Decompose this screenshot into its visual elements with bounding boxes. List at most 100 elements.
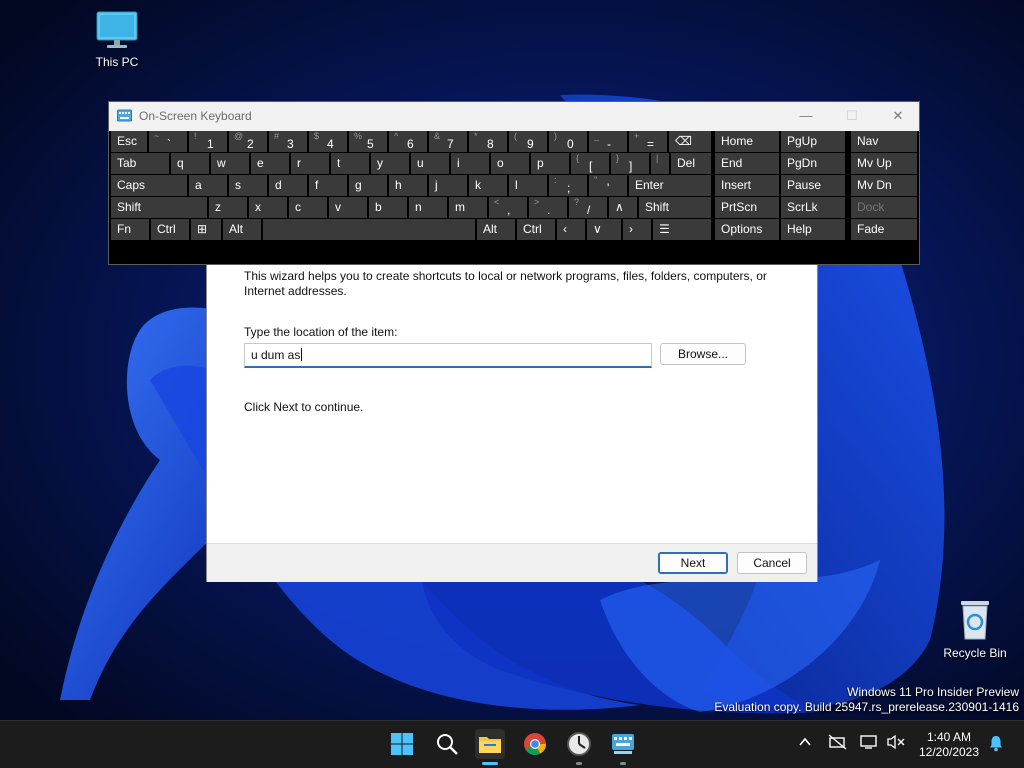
key-fn[interactable]: Fn (111, 219, 149, 240)
key-b[interactable]: b (369, 197, 407, 218)
key-backtick[interactable]: ~ ` (149, 131, 187, 152)
key-enter[interactable]: Enter (629, 175, 711, 196)
show-hidden-icons-button[interactable] (798, 735, 812, 752)
key-h[interactable]: h (389, 175, 427, 196)
key-nav[interactable]: Nav (851, 131, 917, 152)
key-delete[interactable]: Del (671, 153, 711, 174)
key-space[interactable] (263, 219, 475, 240)
key-move-up[interactable]: Mv Up (851, 153, 917, 174)
key-i[interactable]: i (451, 153, 489, 174)
key-3[interactable]: #3 (269, 131, 307, 152)
key-arrow-left[interactable]: ‹ (557, 219, 585, 240)
desktop-icon-this-pc[interactable]: This PC (77, 10, 157, 69)
key-ctrl-left[interactable]: Ctrl (151, 219, 189, 240)
close-button[interactable]: ✕ (875, 102, 921, 131)
key-minus[interactable]: _ - (589, 131, 627, 152)
browse-button[interactable]: Browse... (660, 343, 746, 365)
key-backslash[interactable]: |\ (651, 153, 669, 174)
key-o[interactable]: o (491, 153, 529, 174)
on-screen-keyboard-button[interactable] (608, 729, 638, 759)
key-t[interactable]: t (331, 153, 369, 174)
desktop-icon-recycle-bin[interactable]: Recycle Bin (935, 597, 1015, 660)
location-input[interactable]: u dum as (244, 343, 652, 368)
notifications-button[interactable] (988, 734, 1004, 755)
key-5[interactable]: % 5 (349, 131, 387, 152)
key-alt-left[interactable]: Alt (223, 219, 261, 240)
key-n[interactable]: n (409, 197, 447, 218)
key-p[interactable]: p (531, 153, 569, 174)
key-r[interactable]: r (291, 153, 329, 174)
cancel-button[interactable]: Cancel (737, 552, 807, 574)
key-slash[interactable]: ? / (569, 197, 607, 218)
key-c[interactable]: c (289, 197, 327, 218)
key-9[interactable]: (9 (509, 131, 547, 152)
key-g[interactable]: g (349, 175, 387, 196)
key-period[interactable]: >. (529, 197, 567, 218)
key-tab[interactable]: Tab (111, 153, 169, 174)
key-fade[interactable]: Fade (851, 219, 917, 240)
key-help[interactable]: Help (781, 219, 845, 240)
chrome-button[interactable] (520, 729, 550, 759)
key-caps-lock[interactable]: Caps (111, 175, 187, 196)
key-u[interactable]: u (411, 153, 449, 174)
key-2[interactable]: @2 (229, 131, 267, 152)
key-x[interactable]: x (249, 197, 287, 218)
key-y[interactable]: y (371, 153, 409, 174)
key-dock[interactable]: Dock (851, 197, 917, 218)
osk-titlebar[interactable]: On-Screen Keyboard — ☐ ✕ (109, 102, 919, 131)
key-home[interactable]: Home (715, 131, 779, 152)
key-a[interactable]: a (189, 175, 227, 196)
key-pause[interactable]: Pause (781, 175, 845, 196)
key-m[interactable]: m (449, 197, 487, 218)
key-4[interactable]: $4 (309, 131, 347, 152)
key-q[interactable]: q (171, 153, 209, 174)
file-explorer-button[interactable] (475, 729, 505, 759)
key-insert[interactable]: Insert (715, 175, 779, 196)
key-e[interactable]: e (251, 153, 289, 174)
key-comma[interactable]: <, (489, 197, 527, 218)
key-l[interactable]: l (509, 175, 547, 196)
taskbar-clock[interactable]: 1:40 AM 12/20/2023 (916, 730, 982, 760)
clock-app-button[interactable] (564, 729, 594, 759)
key-page-down[interactable]: PgDn (781, 153, 845, 174)
key-close-bracket[interactable]: }] (611, 153, 649, 174)
key-menu[interactable]: ☰ (653, 219, 711, 240)
key-backspace[interactable]: ⌫ (669, 131, 711, 152)
next-button[interactable]: Next (658, 552, 728, 574)
key-j[interactable]: j (429, 175, 467, 196)
key-end[interactable]: End (715, 153, 779, 174)
start-button[interactable] (387, 729, 417, 759)
key-f[interactable]: f (309, 175, 347, 196)
key-windows[interactable]: ⊞ (191, 219, 221, 240)
key-1[interactable]: ! 1 (189, 131, 227, 152)
tray-display-button[interactable] (860, 734, 880, 753)
maximize-button[interactable]: ☐ (829, 102, 875, 131)
key-move-down[interactable]: Mv Dn (851, 175, 917, 196)
key-page-up[interactable]: PgUp (781, 131, 845, 152)
key-7[interactable]: & 7 (429, 131, 467, 152)
key-options[interactable]: Options (715, 219, 779, 240)
key-k[interactable]: k (469, 175, 507, 196)
tray-volume-button[interactable] (886, 734, 906, 753)
key-ctrl-right[interactable]: Ctrl (517, 219, 555, 240)
key-alt-right[interactable]: Alt (477, 219, 515, 240)
key-equals[interactable]: + = (629, 131, 667, 152)
key-scroll-lock[interactable]: ScrLk (781, 197, 845, 218)
key-w[interactable]: w (211, 153, 249, 174)
key-arrow-up[interactable]: ∧ (609, 197, 637, 218)
key-print-screen[interactable]: PrtScn (715, 197, 779, 218)
key-semicolon[interactable]: :; (549, 175, 587, 196)
key-esc[interactable]: Esc (111, 131, 147, 152)
key-shift-left[interactable]: Shift (111, 197, 207, 218)
key-v[interactable]: v (329, 197, 367, 218)
key-arrow-down[interactable]: ∨ (587, 219, 621, 240)
key-z[interactable]: z (209, 197, 247, 218)
key-shift-right[interactable]: Shift (639, 197, 711, 218)
search-button[interactable] (432, 729, 462, 759)
key-arrow-right[interactable]: › (623, 219, 651, 240)
key-quote[interactable]: " ' (589, 175, 627, 196)
key-6[interactable]: ^ 6 (389, 131, 427, 152)
key-s[interactable]: s (229, 175, 267, 196)
minimize-button[interactable]: — (783, 102, 829, 131)
key-8[interactable]: * 8 (469, 131, 507, 152)
